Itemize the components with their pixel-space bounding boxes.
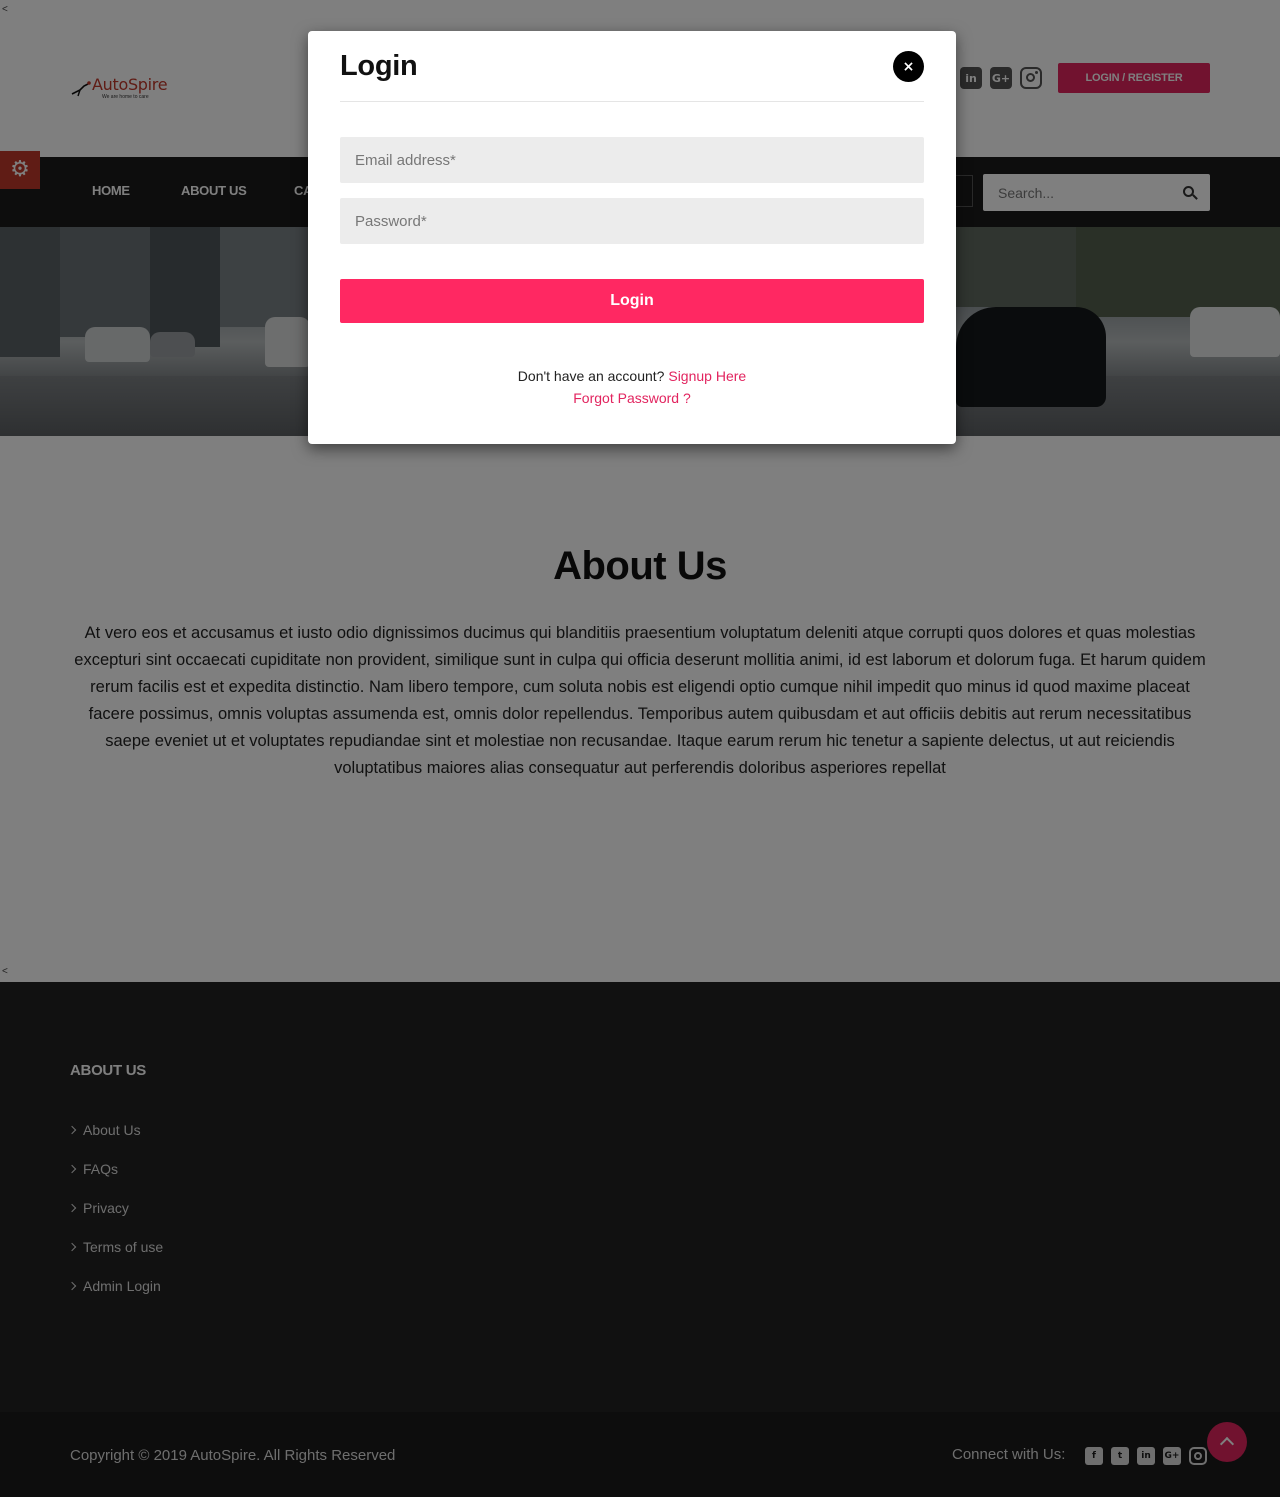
login-modal: Login × Login Don't have an account? Sig… xyxy=(308,31,956,444)
modal-title: Login xyxy=(340,50,418,82)
modal-links: Don't have an account? Signup Here Forgo… xyxy=(308,365,956,409)
login-button[interactable]: Login xyxy=(340,279,924,323)
divider xyxy=(340,101,924,102)
signup-link[interactable]: Signup Here xyxy=(668,368,746,384)
password-field[interactable] xyxy=(340,198,924,244)
forgot-password-link[interactable]: Forgot Password ? xyxy=(573,390,691,406)
close-icon: × xyxy=(902,58,915,75)
no-account-text: Don't have an account? xyxy=(517,368,665,384)
close-button[interactable]: × xyxy=(893,51,924,82)
email-field[interactable] xyxy=(340,137,924,183)
